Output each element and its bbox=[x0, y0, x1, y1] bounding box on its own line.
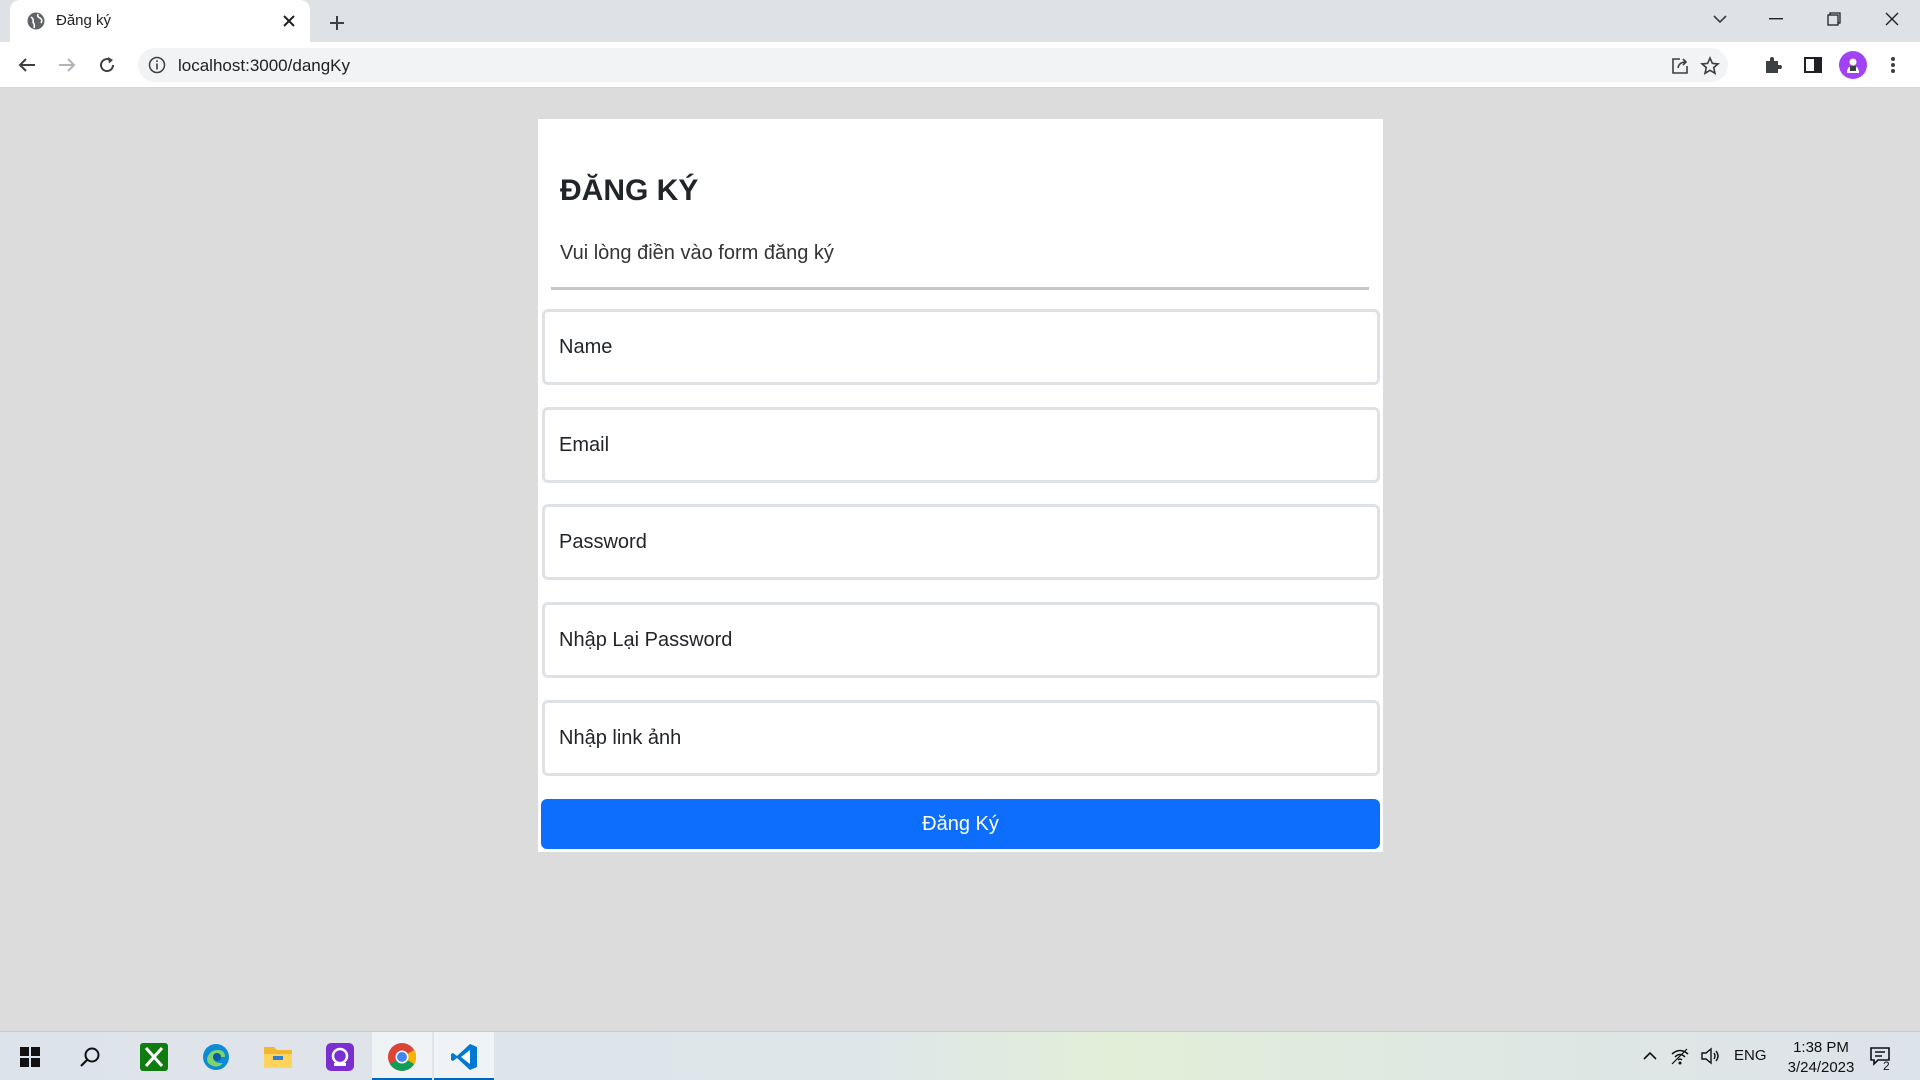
minimize-icon[interactable] bbox=[1748, 0, 1804, 38]
puzzle-icon[interactable] bbox=[1760, 52, 1786, 78]
clock-date: 3/24/2023 bbox=[1787, 1059, 1855, 1076]
divider bbox=[551, 287, 1369, 290]
address-bar[interactable]: localhost:3000/dangKy bbox=[138, 48, 1728, 82]
clock-time: 1:38 PM bbox=[1793, 1039, 1849, 1056]
app-icon[interactable] bbox=[310, 1032, 370, 1080]
url-text: localhost:3000/dangKy bbox=[178, 56, 351, 75]
plus-icon[interactable] bbox=[324, 10, 350, 36]
file-explorer-icon[interactable] bbox=[248, 1032, 308, 1080]
globe-icon bbox=[26, 11, 46, 31]
register-card: ĐĂNG KÝ Vui lòng điền vào form đăng ký Đ… bbox=[538, 119, 1383, 852]
window-close-icon[interactable] bbox=[1864, 0, 1920, 38]
browser-tab[interactable]: Đăng ký bbox=[10, 0, 310, 42]
name-field[interactable] bbox=[542, 309, 1380, 385]
password-field[interactable] bbox=[542, 504, 1380, 580]
image-link-field[interactable] bbox=[542, 700, 1380, 776]
tab-search-icon[interactable] bbox=[1692, 0, 1748, 38]
tab-title: Đăng ký bbox=[56, 12, 112, 29]
clock[interactable]: 1:38 PM 3/24/2023 bbox=[1776, 1038, 1866, 1078]
avatar[interactable] bbox=[1839, 51, 1867, 79]
browser-tabstrip: Đăng ký bbox=[0, 0, 1920, 42]
wifi-icon[interactable] bbox=[1668, 1044, 1692, 1068]
notification-count: 2 bbox=[1883, 1059, 1890, 1073]
share-icon[interactable] bbox=[1668, 54, 1692, 78]
confirm-password-field[interactable] bbox=[542, 602, 1380, 678]
volume-icon[interactable] bbox=[1698, 1044, 1722, 1068]
taskbar: ENG 1:38 PM 3/24/2023 2 bbox=[0, 1031, 1920, 1080]
windows-start-icon[interactable] bbox=[0, 1032, 60, 1080]
language-indicator[interactable]: ENG bbox=[1734, 1047, 1767, 1064]
star-icon[interactable] bbox=[1698, 54, 1722, 78]
page-subtitle: Vui lòng điền vào form đăng ký bbox=[560, 242, 834, 264]
chrome-icon[interactable] bbox=[372, 1032, 432, 1080]
arrow-left-icon[interactable] bbox=[12, 50, 42, 80]
restore-icon[interactable] bbox=[1806, 0, 1862, 38]
arrow-right-icon[interactable] bbox=[52, 50, 82, 80]
vscode-icon[interactable] bbox=[434, 1032, 494, 1080]
page-title: ĐĂNG KÝ bbox=[560, 174, 699, 207]
page-viewport: ĐĂNG KÝ Vui lòng điền vào form đăng ký Đ… bbox=[0, 88, 1920, 1031]
search-icon[interactable] bbox=[60, 1032, 120, 1080]
browser-toolbar: localhost:3000/dangKy bbox=[0, 42, 1920, 88]
kebab-menu-icon[interactable] bbox=[1880, 52, 1906, 78]
chevron-up-icon[interactable] bbox=[1638, 1044, 1662, 1068]
close-icon[interactable] bbox=[278, 10, 300, 32]
side-panel-icon[interactable] bbox=[1800, 52, 1826, 78]
register-button[interactable]: Đăng Ký bbox=[541, 799, 1380, 849]
reload-icon[interactable] bbox=[92, 50, 122, 80]
email-field[interactable] bbox=[542, 407, 1380, 483]
xbox-icon[interactable] bbox=[124, 1032, 184, 1080]
info-icon[interactable] bbox=[148, 56, 166, 74]
edge-icon[interactable] bbox=[186, 1032, 246, 1080]
